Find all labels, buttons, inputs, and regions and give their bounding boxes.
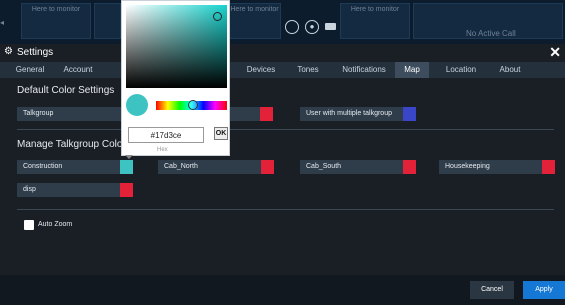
auto-zoom-label: Auto Zoom: [38, 221, 73, 228]
tab-devices[interactable]: Devices: [240, 62, 282, 78]
tab-about[interactable]: About: [493, 62, 527, 78]
call-slot[interactable]: Here to monitor: [228, 3, 281, 39]
call-slot-label: Here to monitor: [350, 6, 400, 13]
saturation-handle[interactable]: [213, 12, 222, 21]
talkgroup-color-swatch[interactable]: [261, 160, 274, 174]
color-picker-popover: OK Hex: [121, 0, 230, 156]
picker-caret: [125, 155, 133, 159]
talkgroup-row: Cab_South: [300, 160, 416, 174]
talkgroup-row: disp: [17, 183, 133, 197]
tab-general[interactable]: General: [10, 62, 50, 78]
gear-icon: ⚙: [4, 46, 13, 57]
tab-account[interactable]: Account: [58, 62, 98, 78]
cancel-button[interactable]: Cancel: [470, 281, 514, 299]
talkgroup-row: Construction: [17, 160, 133, 174]
auto-zoom-checkbox[interactable]: [24, 220, 34, 230]
hex-input[interactable]: [128, 127, 204, 143]
default-talkgroup-label: Talkgroup: [23, 110, 54, 117]
saturation-field[interactable]: [126, 5, 227, 88]
chevron-left-icon[interactable]: ◂: [0, 18, 12, 32]
talkgroup-color-swatch[interactable]: [542, 160, 555, 174]
settings-panel: ⚙ Settings ✕ General Account Devices Ton…: [0, 44, 565, 305]
multi-talkgroup-label: User with multiple talkgroup: [306, 110, 392, 117]
talkgroup-color-swatch[interactable]: [120, 183, 133, 197]
tab-tones[interactable]: Tones: [290, 62, 326, 78]
talkgroup-label: Cab_South: [306, 163, 342, 170]
section-divider: [17, 209, 554, 210]
talkgroup-row: Housekeeping: [439, 160, 555, 174]
talkgroup-color-swatch[interactable]: [403, 160, 416, 174]
talkgroup-label: disp: [23, 186, 36, 193]
settings-footer: Cancel Apply: [0, 275, 565, 305]
talkgroup-label: Construction: [23, 163, 63, 170]
apply-button[interactable]: Apply: [523, 281, 565, 299]
call-controls: ●: [283, 15, 338, 39]
hue-slider-handle[interactable]: [188, 100, 198, 110]
settings-tabs: General Account Devices Tones Notificati…: [0, 62, 565, 78]
hex-caption: Hex: [157, 147, 168, 153]
manage-talkgroup-heading: Manage Talkgroup Colors: [17, 139, 131, 150]
color-preview: [126, 94, 148, 116]
talkgroup-row: Cab_North: [158, 160, 274, 174]
ok-button[interactable]: OK: [214, 127, 228, 140]
call-slot[interactable]: Here to monitor: [340, 3, 410, 39]
default-colors-heading: Default Color Settings: [17, 85, 115, 96]
no-active-call-text: No Active Call: [466, 29, 516, 38]
call-slot-label: Here to monitor: [230, 6, 279, 13]
multi-talkgroup-row: User with multiple talkgroup: [300, 107, 416, 121]
call-slot[interactable]: [94, 3, 121, 39]
camera-icon[interactable]: [325, 23, 336, 30]
section-divider: [17, 129, 554, 130]
call-slot[interactable]: Here to monitor: [21, 3, 91, 39]
default-talkgroup-swatch[interactable]: [260, 107, 273, 121]
talkgroup-color-swatch[interactable]: [120, 160, 133, 174]
settings-title: Settings: [17, 47, 54, 58]
talkgroup-label: Cab_North: [164, 163, 198, 170]
multi-talkgroup-swatch[interactable]: [403, 107, 416, 121]
tab-notifications[interactable]: Notifications: [336, 62, 392, 78]
call-slot-label: Here to monitor: [31, 6, 81, 13]
top-call-bar: ◂ Here to monitor Here to monitor Here t…: [0, 0, 565, 44]
close-icon[interactable]: ✕: [549, 44, 561, 61]
mic-icon[interactable]: ●: [305, 20, 319, 34]
tab-location[interactable]: Location: [441, 62, 481, 78]
talkgroup-label: Housekeeping: [445, 163, 490, 170]
tab-map[interactable]: Map: [395, 62, 429, 78]
record-icon[interactable]: [285, 20, 299, 34]
